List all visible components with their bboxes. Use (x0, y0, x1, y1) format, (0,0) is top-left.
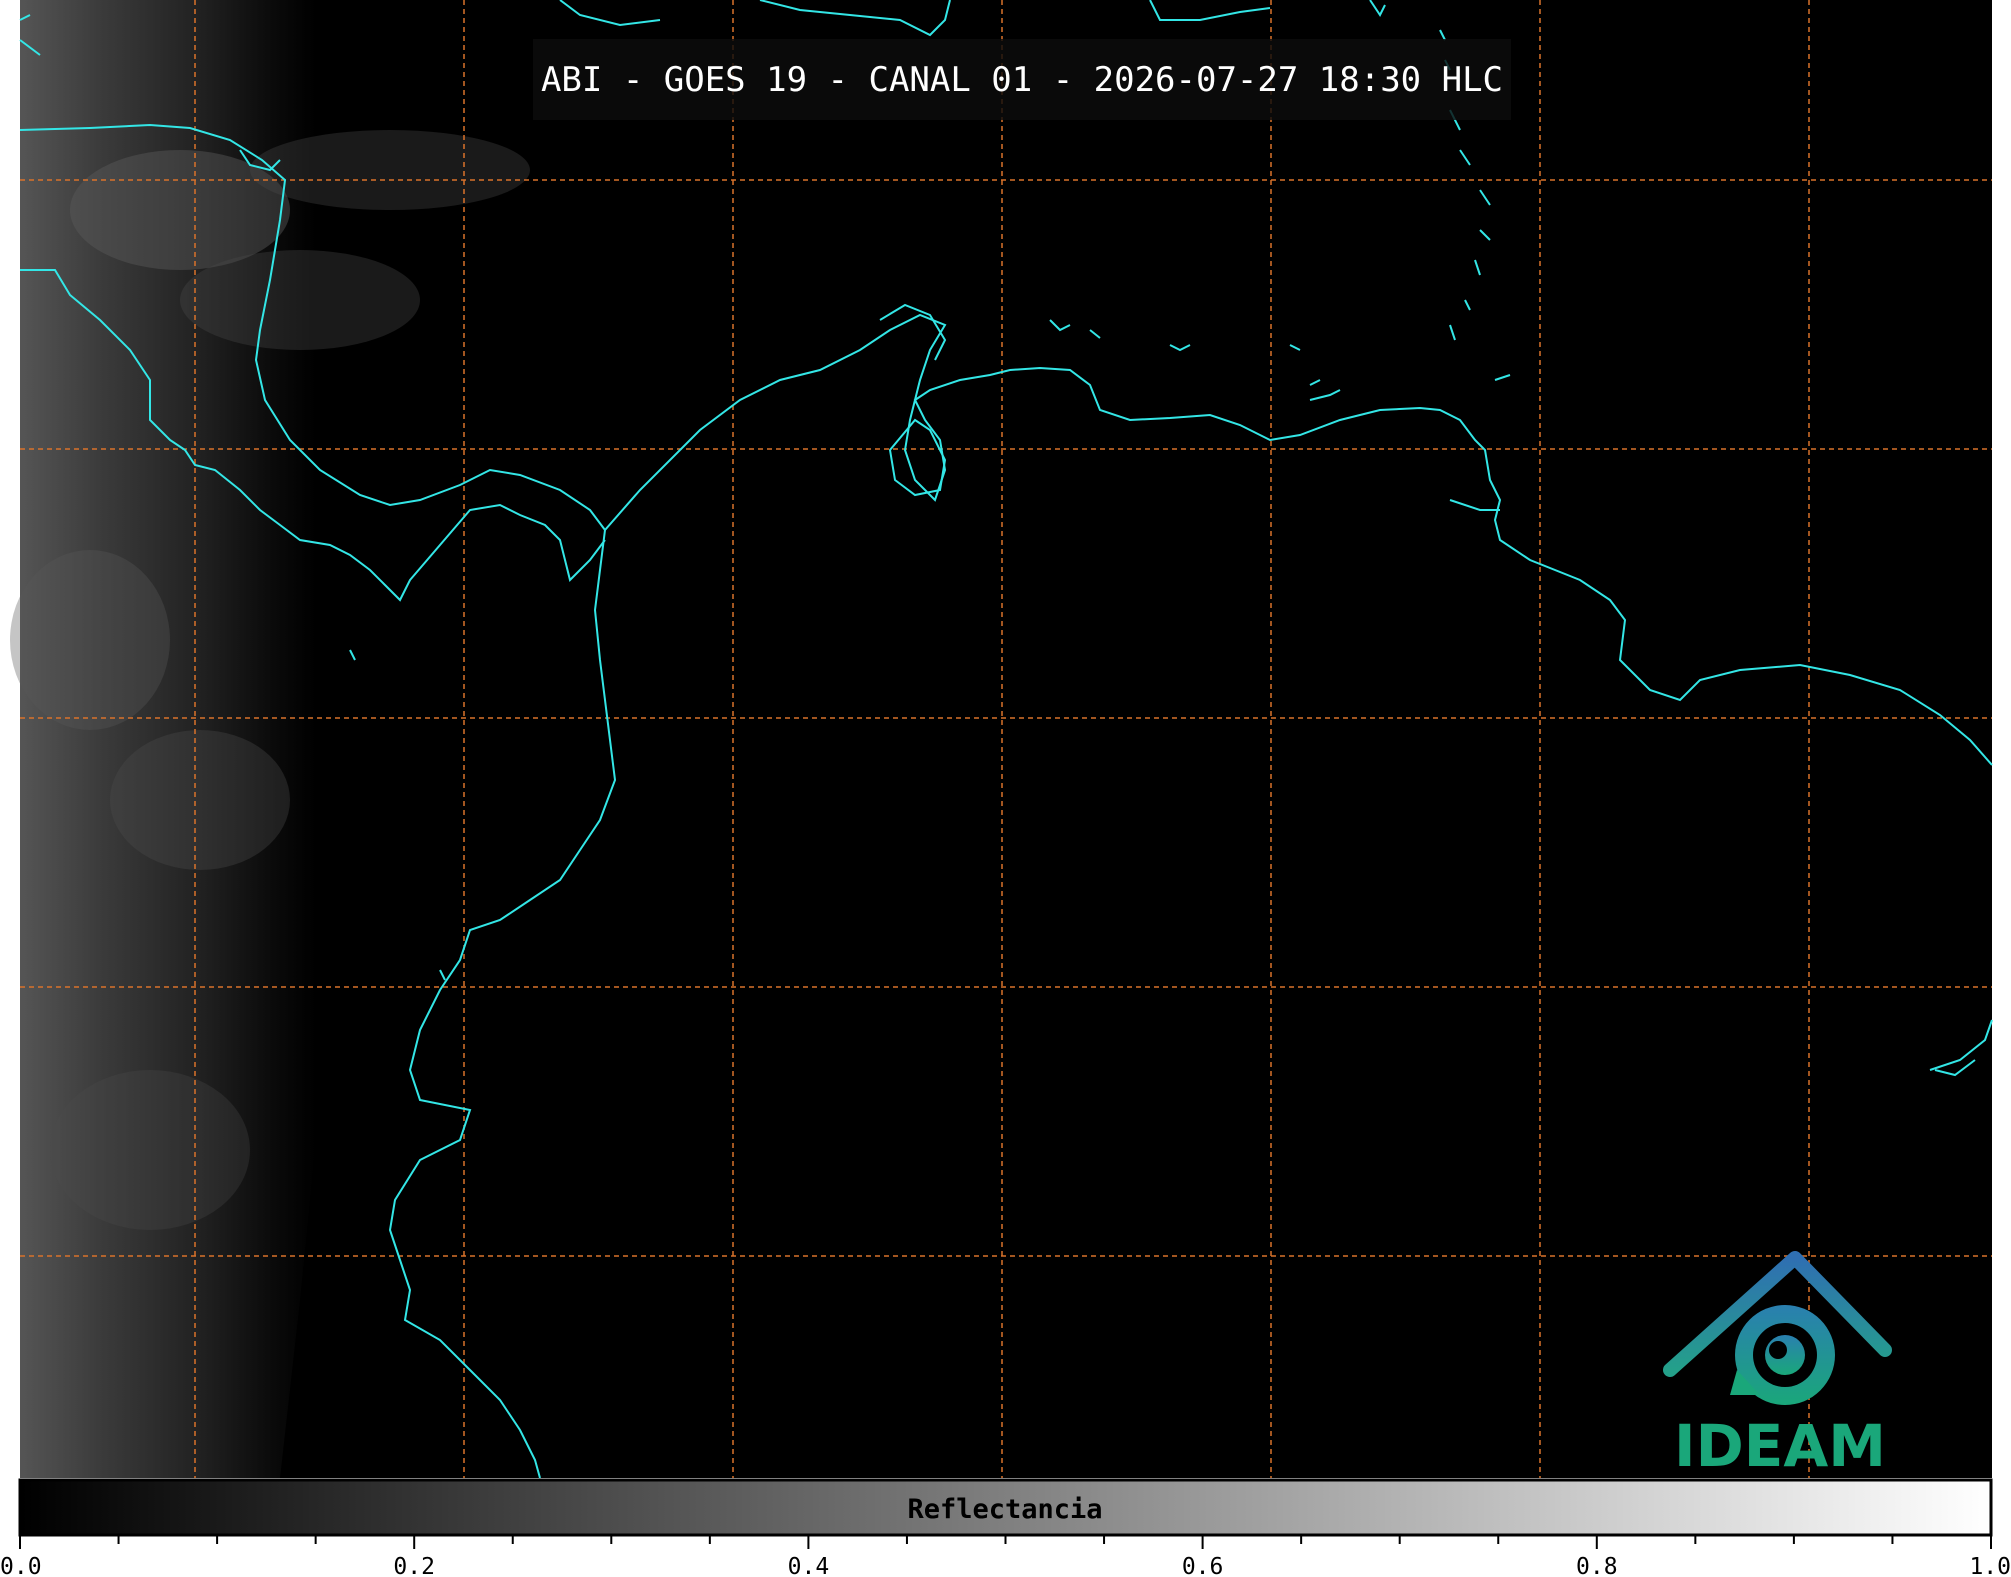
colorbar-tick-label: 1.0 (1969, 1554, 2011, 1577)
map-title: ABI - GOES 19 - CANAL 01 - 2026-07-27 18… (540, 59, 1504, 100)
colorbar-tick-label: 0.2 (393, 1554, 435, 1577)
title-box: ABI - GOES 19 - CANAL 01 - 2026-07-27 18… (533, 39, 1511, 120)
satellite-map: IDEAM Reflectancia 0.0 0.2 0.4 0.6 0.8 1.0 (0, 0, 2011, 1577)
colorbar-tick-label: 0.0 (0, 1554, 42, 1577)
logo-text: IDEAM (1674, 1412, 1886, 1480)
colorbar-tick-label: 0.8 (1576, 1554, 1618, 1577)
colorbar-tick-label: 0.6 (1182, 1554, 1224, 1577)
colorbar-tick-label: 0.4 (788, 1554, 830, 1577)
colorbar-label: Reflectancia (907, 1494, 1102, 1525)
colorbar-ticks: 0.0 0.2 0.4 0.6 0.8 1.0 (0, 1535, 2011, 1577)
